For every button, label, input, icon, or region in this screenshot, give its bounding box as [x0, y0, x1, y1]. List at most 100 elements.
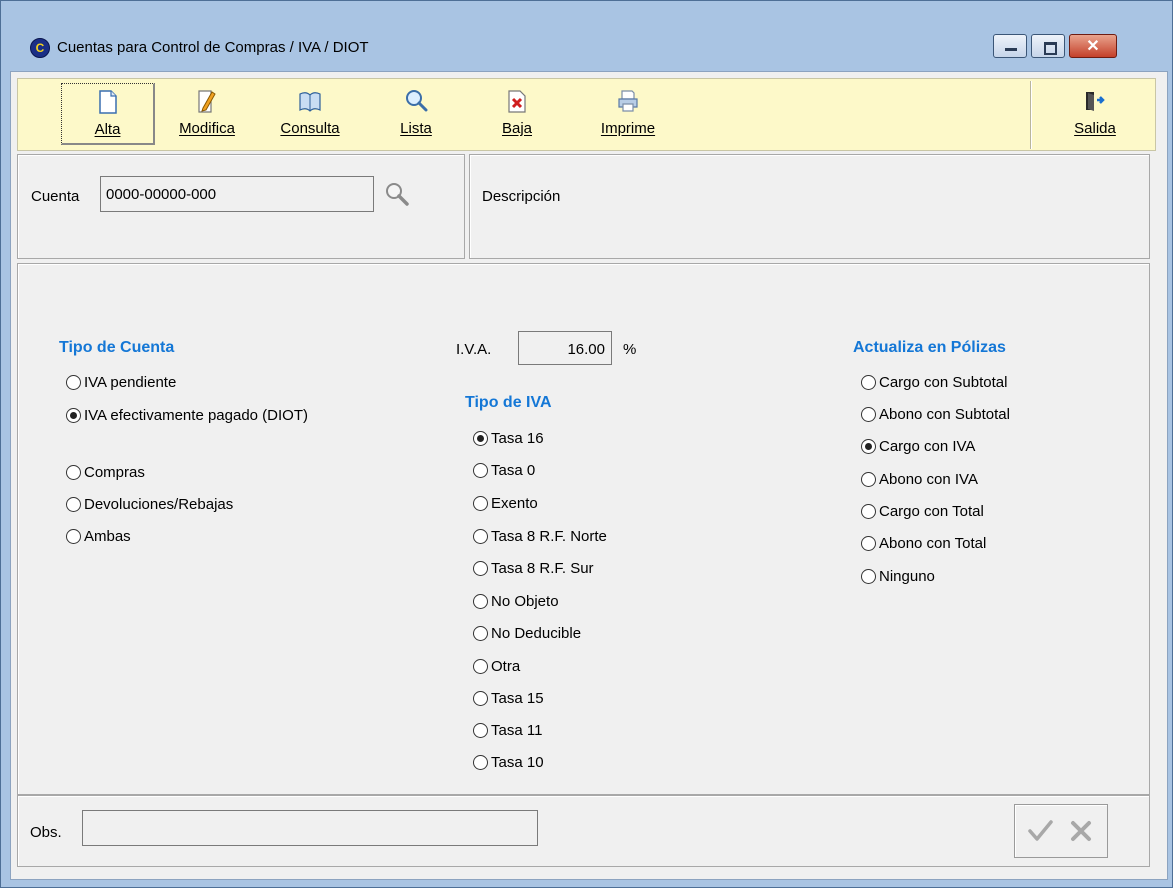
radio-ninguno[interactable]: Ninguno: [861, 566, 935, 588]
radio-label: Tasa 8 R.F. Norte: [491, 528, 607, 545]
radio-abono-subtotal[interactable]: Abono con Subtotal: [861, 404, 1010, 426]
radio-label: Tasa 15: [491, 690, 544, 707]
obs-label: Obs.: [30, 824, 62, 841]
cuenta-panel: Cuenta 0000-00000-000: [17, 154, 465, 259]
polizas-title: Actualiza en Pólizas: [853, 339, 1006, 356]
radio-tasa-0[interactable]: Tasa 0: [473, 460, 535, 482]
radio-label: Abono con IVA: [879, 471, 978, 488]
radio-label: Exento: [491, 495, 538, 512]
baja-label: Baja: [501, 120, 533, 137]
edit-icon: [198, 90, 216, 113]
radio-label: Devoluciones/Rebajas: [84, 496, 234, 513]
radio-button-icon: [66, 529, 81, 544]
consulta-label: Consulta: [280, 120, 340, 137]
printer-icon: [618, 90, 638, 112]
app-logo-icon: C: [30, 38, 50, 58]
tipo-iva-title: Tipo de IVA: [465, 394, 552, 411]
consulta-button[interactable]: Consulta: [262, 83, 358, 145]
checkmark-icon[interactable]: [1027, 819, 1053, 843]
radio-label: Cargo con IVA: [879, 438, 976, 455]
radio-button-icon: [861, 504, 876, 519]
radio-button-icon: [66, 408, 81, 423]
iva-input[interactable]: 16.00: [518, 331, 612, 365]
radio-button-icon: [473, 659, 488, 674]
imprime-button[interactable]: Imprime: [584, 83, 672, 145]
radio-abono-iva[interactable]: Abono con IVA: [861, 469, 978, 491]
main-panel: Tipo de Cuenta IVA pendiente IVA efectiv…: [17, 263, 1150, 795]
radio-tasa-16[interactable]: Tasa 16: [473, 428, 544, 450]
radio-button-icon: [66, 375, 81, 390]
cuenta-input[interactable]: 0000-00000-000: [100, 176, 374, 212]
radio-label: Tasa 10: [491, 754, 544, 771]
radio-label: Cargo con Subtotal: [879, 374, 1008, 391]
baja-button[interactable]: Baja: [490, 83, 544, 145]
radio-button-icon: [861, 407, 876, 422]
radio-tasa-8-norte[interactable]: Tasa 8 R.F. Norte: [473, 526, 607, 548]
radio-tasa-11[interactable]: Tasa 11: [473, 720, 542, 742]
radio-button-icon: [473, 691, 488, 706]
radio-otra[interactable]: Otra: [473, 656, 520, 678]
lista-label: Lista: [400, 120, 432, 137]
radio-ambas[interactable]: Ambas: [66, 526, 131, 548]
cancel-x-icon[interactable]: [1069, 819, 1093, 843]
close-button[interactable]: ✕: [1069, 34, 1117, 58]
radio-exento[interactable]: Exento: [473, 493, 538, 515]
radio-label: Abono con Subtotal: [879, 406, 1010, 423]
confirm-cancel-group: [1014, 804, 1108, 858]
radio-no-objeto[interactable]: No Objeto: [473, 591, 559, 613]
radio-label: Tasa 11: [491, 722, 543, 739]
radio-label: Ambas: [84, 528, 131, 545]
lista-button[interactable]: Lista: [386, 83, 446, 145]
radio-no-deducible[interactable]: No Deducible: [473, 623, 581, 645]
radio-iva-efectivamente-pagado[interactable]: IVA efectivamente pagado (DIOT): [66, 405, 308, 427]
obs-panel: Obs.: [17, 795, 1150, 867]
search-icon[interactable]: [384, 181, 410, 207]
radio-iva-pendiente[interactable]: IVA pendiente: [66, 372, 176, 394]
radio-tasa-8-sur[interactable]: Tasa 8 R.F. Sur: [473, 558, 594, 580]
imprime-label: Imprime: [600, 120, 656, 137]
close-icon: ✕: [1086, 38, 1100, 55]
modifica-button[interactable]: Modifica: [164, 83, 250, 145]
window-title: Cuentas para Control de Compras / IVA / …: [57, 39, 369, 56]
radio-devoluciones-rebajas[interactable]: Devoluciones/Rebajas: [66, 494, 233, 516]
radio-button-icon: [473, 755, 488, 770]
tipo-cuenta-title: Tipo de Cuenta: [59, 339, 175, 356]
radio-compras[interactable]: Compras: [66, 462, 145, 484]
radio-tasa-10[interactable]: Tasa 10: [473, 752, 544, 774]
maximize-icon: [1044, 42, 1057, 55]
obs-input[interactable]: [82, 810, 538, 846]
descripcion-label: Descripción: [482, 188, 561, 205]
radio-button-icon: [473, 431, 488, 446]
cuenta-label: Cuenta: [31, 188, 80, 205]
radio-button-icon: [473, 561, 488, 576]
maximize-button[interactable]: [1031, 34, 1065, 58]
salida-button[interactable]: Salida: [1052, 83, 1138, 145]
book-icon: [299, 92, 321, 112]
radio-label: Cargo con Total: [879, 503, 984, 520]
radio-label: Tasa 16: [491, 430, 544, 447]
app-window: C Cuentas para Control de Compras / IVA …: [0, 0, 1173, 888]
radio-tasa-15[interactable]: Tasa 15: [473, 688, 544, 710]
radio-button-icon: [861, 569, 876, 584]
minimize-button[interactable]: [993, 34, 1027, 58]
radio-label: IVA efectivamente pagado (DIOT): [84, 407, 308, 424]
magnifier-icon: [406, 90, 428, 112]
delete-document-icon: [508, 90, 526, 113]
alta-button[interactable]: Alta: [61, 83, 155, 145]
radio-button-icon: [66, 497, 81, 512]
radio-label: Otra: [491, 658, 521, 675]
radio-label: Tasa 0: [491, 462, 536, 479]
radio-label: Ninguno: [879, 568, 935, 585]
radio-button-icon: [473, 626, 488, 641]
radio-cargo-iva[interactable]: Cargo con IVA: [861, 436, 975, 458]
radio-cargo-total[interactable]: Cargo con Total: [861, 501, 984, 523]
radio-label: No Deducible: [491, 625, 582, 642]
radio-button-icon: [861, 536, 876, 551]
radio-button-icon: [473, 594, 488, 609]
radio-cargo-subtotal[interactable]: Cargo con Subtotal: [861, 372, 1007, 394]
radio-abono-total[interactable]: Abono con Total: [861, 533, 986, 555]
radio-button-icon: [861, 472, 876, 487]
radio-label: Tasa 8 R.F. Sur: [491, 560, 594, 577]
title-bar[interactable]: [1, 1, 1172, 35]
iva-label: I.V.A.: [456, 341, 492, 358]
